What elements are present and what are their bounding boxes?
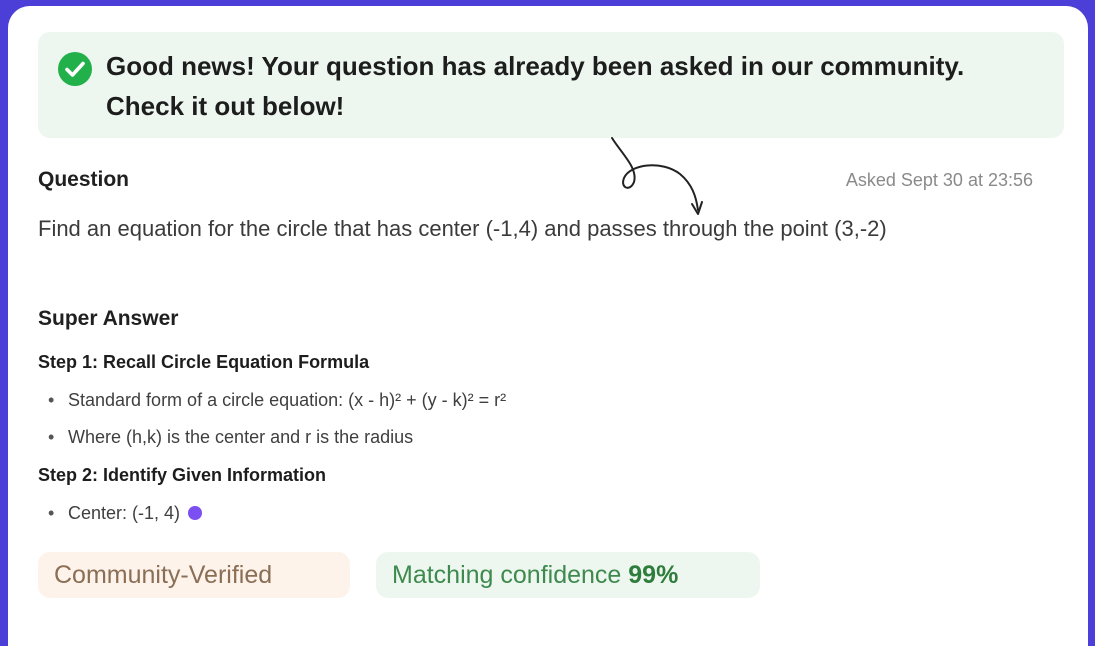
confidence-value: 99% bbox=[628, 561, 679, 589]
banner-message: Good news! Your question has already bee… bbox=[106, 51, 965, 121]
list-item: • Center: (-1, 4) bbox=[48, 503, 203, 524]
question-label: Question bbox=[38, 168, 130, 191]
step-1-bullet-2: Where (h,k) is the center and r is the r… bbox=[68, 427, 414, 447]
step-2-bullet-1: Center: (-1, 4) bbox=[68, 503, 181, 523]
community-verified-badge: Community-Verified bbox=[38, 552, 350, 598]
cursor-annotation bbox=[611, 137, 703, 215]
step-1-bullet-1: Standard form of a circle equation: (x -… bbox=[68, 390, 507, 410]
super-answer-label: Super Answer bbox=[38, 307, 179, 330]
typing-indicator-icon bbox=[188, 506, 203, 520]
question-text: Find an equation for the circle that has… bbox=[38, 216, 887, 241]
bullet-icon: • bbox=[48, 427, 55, 447]
step-2-title: Step 2: Identify Given Information bbox=[38, 465, 327, 485]
bullet-icon: • bbox=[48, 390, 55, 410]
list-item: • Where (h,k) is the center and r is the … bbox=[48, 427, 413, 448]
asked-timestamp: Asked Sept 30 at 23:56 bbox=[845, 170, 1033, 190]
step-1-title: Step 1: Recall Circle Equation Formula bbox=[38, 352, 370, 372]
confidence-label: Matching confidence bbox=[392, 561, 622, 589]
bullet-icon: • bbox=[48, 503, 55, 523]
matching-confidence-badge: Matching confidence 99% bbox=[376, 552, 760, 598]
list-item: • Standard form of a circle equation: (x … bbox=[48, 390, 506, 411]
check-circle-icon bbox=[58, 52, 92, 86]
